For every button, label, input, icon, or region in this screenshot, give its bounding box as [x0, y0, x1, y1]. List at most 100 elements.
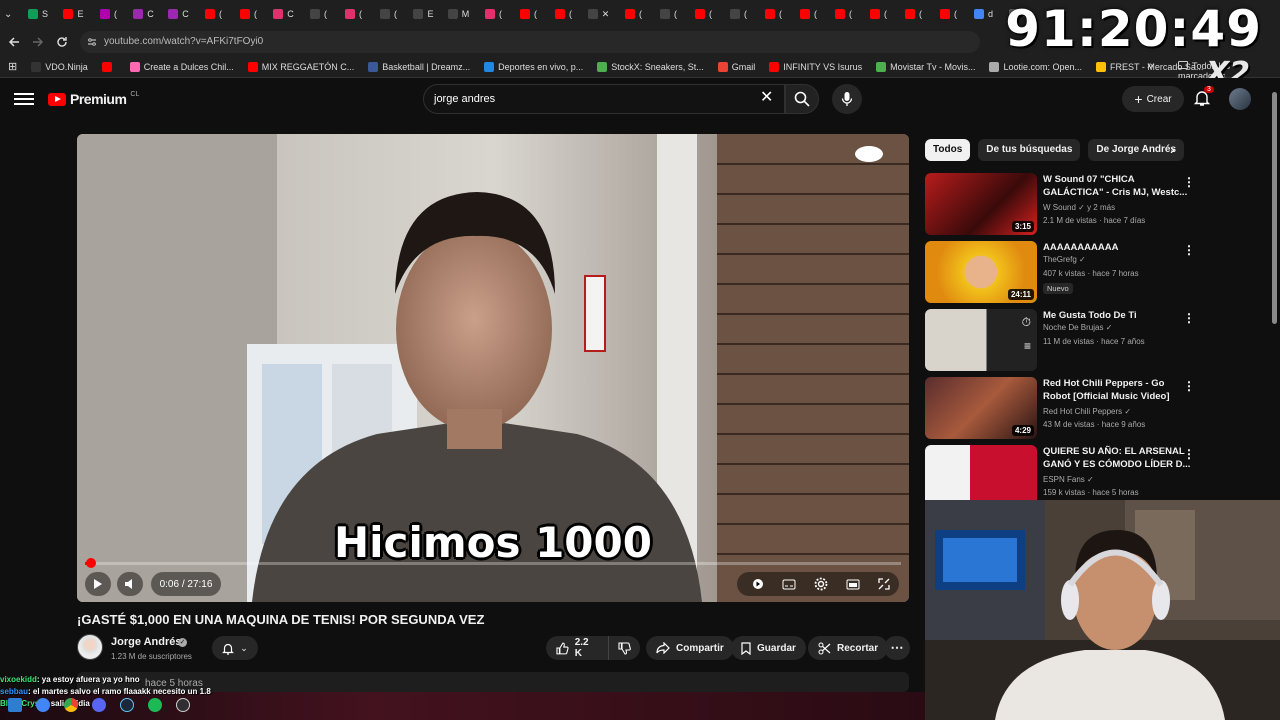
bookmark-item[interactable]: INFINITY VS Isurus	[769, 61, 862, 72]
recommendation-channel[interactable]: ESPN Fans ✓	[1043, 475, 1094, 484]
browser-tab[interactable]: (	[336, 5, 371, 23]
recommendation-title[interactable]: QUIERE SU AÑO: EL ARSENAL GANÓ Y ES CÓMO…	[1043, 445, 1193, 471]
recommendation-item[interactable]: 3:15 W Sound 07 "CHICA GALÁCTICA" - Cris …	[925, 173, 1260, 235]
recommendation-channel[interactable]: TheGrefg ✓	[1043, 255, 1086, 264]
filter-chip[interactable]: Todos	[925, 139, 971, 161]
fullscreen-icon[interactable]	[878, 578, 890, 590]
windows-start-icon[interactable]	[8, 698, 22, 712]
recommendation-channel[interactable]: W Sound ✓ y 2 más	[1043, 203, 1115, 212]
progress-bar[interactable]	[85, 558, 901, 568]
play-button[interactable]	[85, 572, 111, 596]
browser-tab[interactable]: (	[511, 5, 546, 23]
more-options-icon[interactable]: ⋮	[1183, 243, 1195, 257]
filter-chip[interactable]: De tus búsquedas	[978, 139, 1081, 161]
browser-tab[interactable]: (	[861, 5, 896, 23]
menu-button[interactable]	[14, 90, 34, 108]
video-thumbnail[interactable]: 3:15	[925, 173, 1037, 235]
browser-icon[interactable]	[36, 698, 50, 712]
more-options-icon[interactable]: ⋮	[1183, 311, 1195, 325]
browser-tab[interactable]: (	[546, 5, 581, 23]
browser-tab[interactable]: (	[756, 5, 791, 23]
settings-gear-icon[interactable]	[814, 577, 828, 591]
more-actions-button[interactable]: ⋯	[884, 636, 910, 660]
youtube-logo[interactable]: Premium CL	[48, 91, 139, 107]
recommendation-item[interactable]: ⏱ ≡ Me Gusta Todo De Ti Noche De Brujas ✓ 1…	[925, 309, 1260, 371]
recommendation-title[interactable]: Red Hot Chili Peppers - Go Robot [Offici…	[1043, 377, 1193, 403]
video-thumbnail[interactable]	[925, 445, 1037, 507]
browser-tab[interactable]: (	[931, 5, 966, 23]
apps-grid-icon[interactable]: ⊞	[8, 60, 17, 73]
chrome-icon[interactable]	[64, 698, 78, 712]
back-button[interactable]	[2, 30, 26, 54]
voice-search-button[interactable]	[832, 84, 862, 114]
subtitles-icon[interactable]	[782, 579, 796, 590]
like-button[interactable]: 2.2 K	[546, 636, 608, 660]
page-scrollbar[interactable]	[1272, 92, 1277, 324]
bookmark-item[interactable]: StockX: Sneakers, St...	[597, 61, 704, 72]
steam-icon[interactable]	[120, 698, 134, 712]
browser-tab[interactable]: (	[301, 5, 336, 23]
search-input[interactable]: jorge andres	[423, 84, 785, 114]
recommendation-item[interactable]: QUIERE SU AÑO: EL ARSENAL GANÓ Y ES CÓMO…	[925, 445, 1260, 507]
recommendation-channel[interactable]: Red Hot Chili Peppers ✓	[1043, 407, 1131, 416]
video-thumbnail[interactable]: 4:29	[925, 377, 1037, 439]
bookmarks-more-button[interactable]: »	[1147, 60, 1153, 72]
browser-tab[interactable]: (	[651, 5, 686, 23]
autoplay-toggle-icon[interactable]	[746, 578, 764, 590]
bookmark-item[interactable]: VDO.Ninja	[31, 61, 88, 72]
share-button[interactable]: Compartir	[646, 636, 734, 660]
bookmark-item[interactable]: Gmail	[717, 61, 755, 72]
video-thumbnail[interactable]: 24:11	[925, 241, 1037, 303]
url-bar[interactable]: youtube.com/watch?v=AFKi7tFOyi0	[80, 31, 980, 53]
browser-tab[interactable]: ✕	[581, 5, 616, 23]
browser-tab[interactable]: (	[896, 5, 931, 23]
forward-button[interactable]	[26, 30, 50, 54]
chevron-right-icon[interactable]: ›	[1170, 141, 1175, 157]
recommendation-title[interactable]: Me Gusta Todo De Ti	[1043, 309, 1193, 322]
browser-tab[interactable]: E	[406, 5, 441, 23]
browser-tab[interactable]: (	[721, 5, 756, 23]
video-player[interactable]: Hicimos 1000 0:06 / 27:16	[77, 134, 909, 602]
bookmark-item[interactable]: Deportes en vivo, p...	[484, 61, 583, 72]
clear-search-icon[interactable]: ✕	[760, 90, 773, 106]
recommendation-title[interactable]: W Sound 07 "CHICA GALÁCTICA" - Cris MJ, …	[1043, 173, 1193, 199]
browser-tab[interactable]: (	[371, 5, 406, 23]
bookmark-item[interactable]: Create a Dulces Chil...	[129, 61, 234, 72]
browser-tab[interactable]: (	[686, 5, 721, 23]
browser-tab[interactable]: (	[476, 5, 511, 23]
bookmark-item[interactable]	[101, 61, 116, 72]
reload-button[interactable]	[50, 30, 74, 54]
watch-later-icon[interactable]: ⏱	[1022, 315, 1031, 330]
account-avatar[interactable]	[1229, 88, 1251, 110]
discord-icon[interactable]	[92, 698, 106, 712]
tab-search-chevron-icon[interactable]: ⌄	[4, 9, 20, 20]
bookmark-item[interactable]: Basketball | Dreamz...	[368, 61, 470, 72]
site-info-icon[interactable]	[87, 37, 97, 47]
browser-tab[interactable]: C	[126, 5, 161, 23]
video-thumbnail[interactable]: ⏱ ≡	[925, 309, 1037, 371]
browser-tab[interactable]: (	[196, 5, 231, 23]
browser-tab[interactable]: C	[266, 5, 301, 23]
browser-tab[interactable]: C	[161, 5, 196, 23]
subscription-bell-button[interactable]: ⌄	[212, 636, 258, 660]
volume-button[interactable]	[117, 572, 143, 596]
more-options-icon[interactable]: ⋮	[1183, 379, 1195, 393]
notifications-button[interactable]: 3	[1193, 86, 1214, 109]
browser-tab[interactable]: (	[826, 5, 861, 23]
bookmark-item[interactable]: MIX REGGAETÓN C...	[247, 61, 354, 72]
spotify-icon[interactable]	[148, 698, 162, 712]
browser-tab[interactable]: (	[791, 5, 826, 23]
bookmark-item[interactable]: Lootie.com: Open...	[989, 61, 1082, 72]
channel-avatar[interactable]	[77, 634, 103, 660]
channel-name[interactable]: Jorge Andrés	[111, 636, 182, 648]
dislike-button[interactable]	[608, 636, 640, 660]
recommendation-channel[interactable]: Noche De Brujas ✓	[1043, 323, 1112, 332]
browser-tab[interactable]: (	[91, 5, 126, 23]
recommendation-item[interactable]: 4:29 Red Hot Chili Peppers - Go Robot [Of…	[925, 377, 1260, 439]
search-button[interactable]	[785, 84, 819, 114]
browser-tab[interactable]: M	[441, 5, 476, 23]
create-button[interactable]: + Crear	[1122, 86, 1184, 112]
browser-tab[interactable]: (	[616, 5, 651, 23]
obs-icon[interactable]	[176, 698, 190, 712]
clip-button[interactable]: Recortar	[808, 636, 889, 660]
